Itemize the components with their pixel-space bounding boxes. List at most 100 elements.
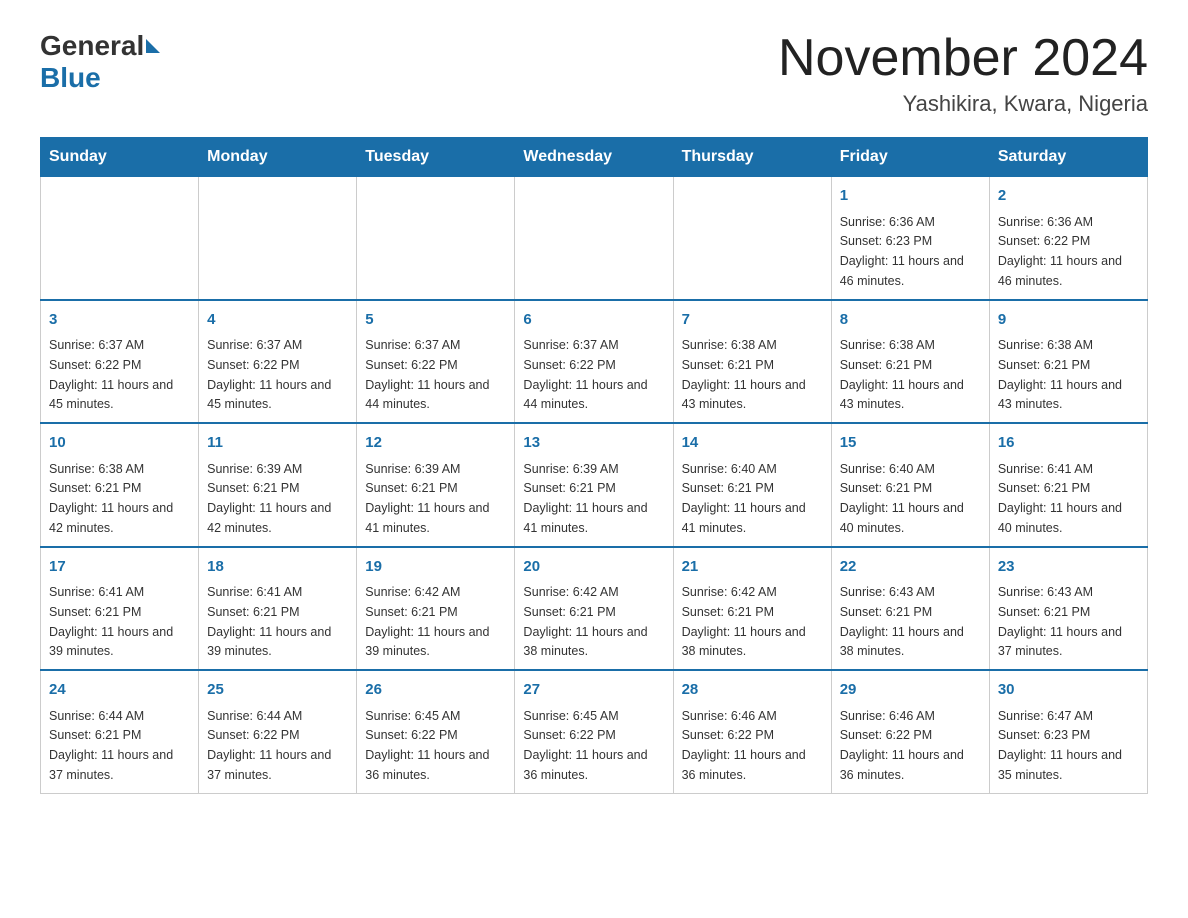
week-row-2: 3 Sunrise: 6:37 AMSunset: 6:22 PMDaylight… xyxy=(41,300,1148,424)
day-number: 20 xyxy=(523,556,664,579)
day-number: 30 xyxy=(998,679,1139,702)
calendar-cell: 5 Sunrise: 6:37 AMSunset: 6:22 PMDaylight… xyxy=(357,300,515,424)
day-info: Sunrise: 6:46 AMSunset: 6:22 PMDaylight:… xyxy=(840,709,964,782)
calendar-cell: 1 Sunrise: 6:36 AMSunset: 6:23 PMDaylight… xyxy=(831,177,989,300)
header-sunday: Sunday xyxy=(41,138,199,177)
day-info: Sunrise: 6:45 AMSunset: 6:22 PMDaylight:… xyxy=(365,709,489,782)
day-info: Sunrise: 6:40 AMSunset: 6:21 PMDaylight:… xyxy=(682,462,806,535)
day-number: 28 xyxy=(682,679,823,702)
logo-area: General Blue xyxy=(40,30,162,94)
day-info: Sunrise: 6:38 AMSunset: 6:21 PMDaylight:… xyxy=(840,338,964,411)
day-info: Sunrise: 6:44 AMSunset: 6:21 PMDaylight:… xyxy=(49,709,173,782)
day-info: Sunrise: 6:43 AMSunset: 6:21 PMDaylight:… xyxy=(840,585,964,658)
header-tuesday: Tuesday xyxy=(357,138,515,177)
day-info: Sunrise: 6:36 AMSunset: 6:22 PMDaylight:… xyxy=(998,215,1122,288)
calendar-cell xyxy=(41,177,199,300)
header-monday: Monday xyxy=(199,138,357,177)
day-info: Sunrise: 6:44 AMSunset: 6:22 PMDaylight:… xyxy=(207,709,331,782)
calendar-cell: 3 Sunrise: 6:37 AMSunset: 6:22 PMDaylight… xyxy=(41,300,199,424)
day-number: 5 xyxy=(365,309,506,332)
calendar-cell: 13 Sunrise: 6:39 AMSunset: 6:21 PMDayligh… xyxy=(515,423,673,547)
day-info: Sunrise: 6:45 AMSunset: 6:22 PMDaylight:… xyxy=(523,709,647,782)
calendar-cell: 2 Sunrise: 6:36 AMSunset: 6:22 PMDaylight… xyxy=(989,177,1147,300)
day-number: 18 xyxy=(207,556,348,579)
day-number: 13 xyxy=(523,432,664,455)
calendar-cell xyxy=(357,177,515,300)
logo: General xyxy=(40,30,162,62)
day-number: 29 xyxy=(840,679,981,702)
day-info: Sunrise: 6:38 AMSunset: 6:21 PMDaylight:… xyxy=(682,338,806,411)
calendar-cell: 29 Sunrise: 6:46 AMSunset: 6:22 PMDayligh… xyxy=(831,670,989,793)
logo-blue-text: Blue xyxy=(40,62,101,94)
day-number: 23 xyxy=(998,556,1139,579)
calendar-cell: 12 Sunrise: 6:39 AMSunset: 6:21 PMDayligh… xyxy=(357,423,515,547)
day-info: Sunrise: 6:41 AMSunset: 6:21 PMDaylight:… xyxy=(49,585,173,658)
calendar-cell: 23 Sunrise: 6:43 AMSunset: 6:21 PMDayligh… xyxy=(989,547,1147,671)
calendar-cell: 30 Sunrise: 6:47 AMSunset: 6:23 PMDayligh… xyxy=(989,670,1147,793)
page-header: General Blue November 2024 Yashikira, Kw… xyxy=(40,30,1148,117)
calendar-cell: 24Sunrise: 6:44 AMSunset: 6:21 PMDayligh… xyxy=(41,670,199,793)
day-number: 3 xyxy=(49,309,190,332)
day-info: Sunrise: 6:36 AMSunset: 6:23 PMDaylight:… xyxy=(840,215,964,288)
day-info: Sunrise: 6:46 AMSunset: 6:22 PMDaylight:… xyxy=(682,709,806,782)
calendar-cell: 4 Sunrise: 6:37 AMSunset: 6:22 PMDaylight… xyxy=(199,300,357,424)
logo-arrow-icon xyxy=(146,39,160,53)
calendar-cell: 9 Sunrise: 6:38 AMSunset: 6:21 PMDaylight… xyxy=(989,300,1147,424)
title-area: November 2024 Yashikira, Kwara, Nigeria xyxy=(778,30,1148,117)
day-info: Sunrise: 6:38 AMSunset: 6:21 PMDaylight:… xyxy=(998,338,1122,411)
calendar-cell: 26Sunrise: 6:45 AMSunset: 6:22 PMDayligh… xyxy=(357,670,515,793)
day-info: Sunrise: 6:37 AMSunset: 6:22 PMDaylight:… xyxy=(49,338,173,411)
calendar-cell xyxy=(515,177,673,300)
day-number: 8 xyxy=(840,309,981,332)
day-info: Sunrise: 6:38 AMSunset: 6:21 PMDaylight:… xyxy=(49,462,173,535)
calendar-header-row: SundayMondayTuesdayWednesdayThursdayFrid… xyxy=(41,138,1148,177)
day-number: 10 xyxy=(49,432,190,455)
day-number: 21 xyxy=(682,556,823,579)
calendar-cell: 16Sunrise: 6:41 AMSunset: 6:21 PMDayligh… xyxy=(989,423,1147,547)
day-number: 9 xyxy=(998,309,1139,332)
logo-general-text: General xyxy=(40,30,144,62)
day-info: Sunrise: 6:40 AMSunset: 6:21 PMDaylight:… xyxy=(840,462,964,535)
day-number: 14 xyxy=(682,432,823,455)
day-info: Sunrise: 6:42 AMSunset: 6:21 PMDaylight:… xyxy=(682,585,806,658)
calendar-cell: 22Sunrise: 6:43 AMSunset: 6:21 PMDayligh… xyxy=(831,547,989,671)
calendar-cell: 10 Sunrise: 6:38 AMSunset: 6:21 PMDayligh… xyxy=(41,423,199,547)
day-info: Sunrise: 6:37 AMSunset: 6:22 PMDaylight:… xyxy=(523,338,647,411)
day-info: Sunrise: 6:39 AMSunset: 6:21 PMDaylight:… xyxy=(523,462,647,535)
day-number: 4 xyxy=(207,309,348,332)
header-thursday: Thursday xyxy=(673,138,831,177)
day-info: Sunrise: 6:37 AMSunset: 6:22 PMDaylight:… xyxy=(365,338,489,411)
day-number: 16 xyxy=(998,432,1139,455)
calendar-cell xyxy=(199,177,357,300)
day-info: Sunrise: 6:43 AMSunset: 6:21 PMDaylight:… xyxy=(998,585,1122,658)
day-number: 2 xyxy=(998,185,1139,208)
day-info: Sunrise: 6:47 AMSunset: 6:23 PMDaylight:… xyxy=(998,709,1122,782)
calendar-cell: 18 Sunrise: 6:41 AMSunset: 6:21 PMDayligh… xyxy=(199,547,357,671)
calendar-cell: 15Sunrise: 6:40 AMSunset: 6:21 PMDayligh… xyxy=(831,423,989,547)
day-number: 12 xyxy=(365,432,506,455)
header-friday: Friday xyxy=(831,138,989,177)
calendar-table: SundayMondayTuesdayWednesdayThursdayFrid… xyxy=(40,137,1148,794)
calendar-cell: 21 Sunrise: 6:42 AMSunset: 6:21 PMDayligh… xyxy=(673,547,831,671)
calendar-cell: 20Sunrise: 6:42 AMSunset: 6:21 PMDayligh… xyxy=(515,547,673,671)
day-number: 11 xyxy=(207,432,348,455)
calendar-cell: 17 Sunrise: 6:41 AMSunset: 6:21 PMDayligh… xyxy=(41,547,199,671)
week-row-5: 24Sunrise: 6:44 AMSunset: 6:21 PMDayligh… xyxy=(41,670,1148,793)
day-info: Sunrise: 6:37 AMSunset: 6:22 PMDaylight:… xyxy=(207,338,331,411)
location-title: Yashikira, Kwara, Nigeria xyxy=(778,91,1148,117)
header-wednesday: Wednesday xyxy=(515,138,673,177)
day-number: 19 xyxy=(365,556,506,579)
day-number: 17 xyxy=(49,556,190,579)
day-info: Sunrise: 6:42 AMSunset: 6:21 PMDaylight:… xyxy=(365,585,489,658)
month-title: November 2024 xyxy=(778,30,1148,87)
day-info: Sunrise: 6:39 AMSunset: 6:21 PMDaylight:… xyxy=(365,462,489,535)
header-saturday: Saturday xyxy=(989,138,1147,177)
calendar-cell: 8 Sunrise: 6:38 AMSunset: 6:21 PMDaylight… xyxy=(831,300,989,424)
calendar-cell xyxy=(673,177,831,300)
day-number: 1 xyxy=(840,185,981,208)
week-row-1: 1 Sunrise: 6:36 AMSunset: 6:23 PMDaylight… xyxy=(41,177,1148,300)
calendar-cell: 11Sunrise: 6:39 AMSunset: 6:21 PMDayligh… xyxy=(199,423,357,547)
day-info: Sunrise: 6:41 AMSunset: 6:21 PMDaylight:… xyxy=(207,585,331,658)
calendar-cell: 25Sunrise: 6:44 AMSunset: 6:22 PMDayligh… xyxy=(199,670,357,793)
day-number: 7 xyxy=(682,309,823,332)
